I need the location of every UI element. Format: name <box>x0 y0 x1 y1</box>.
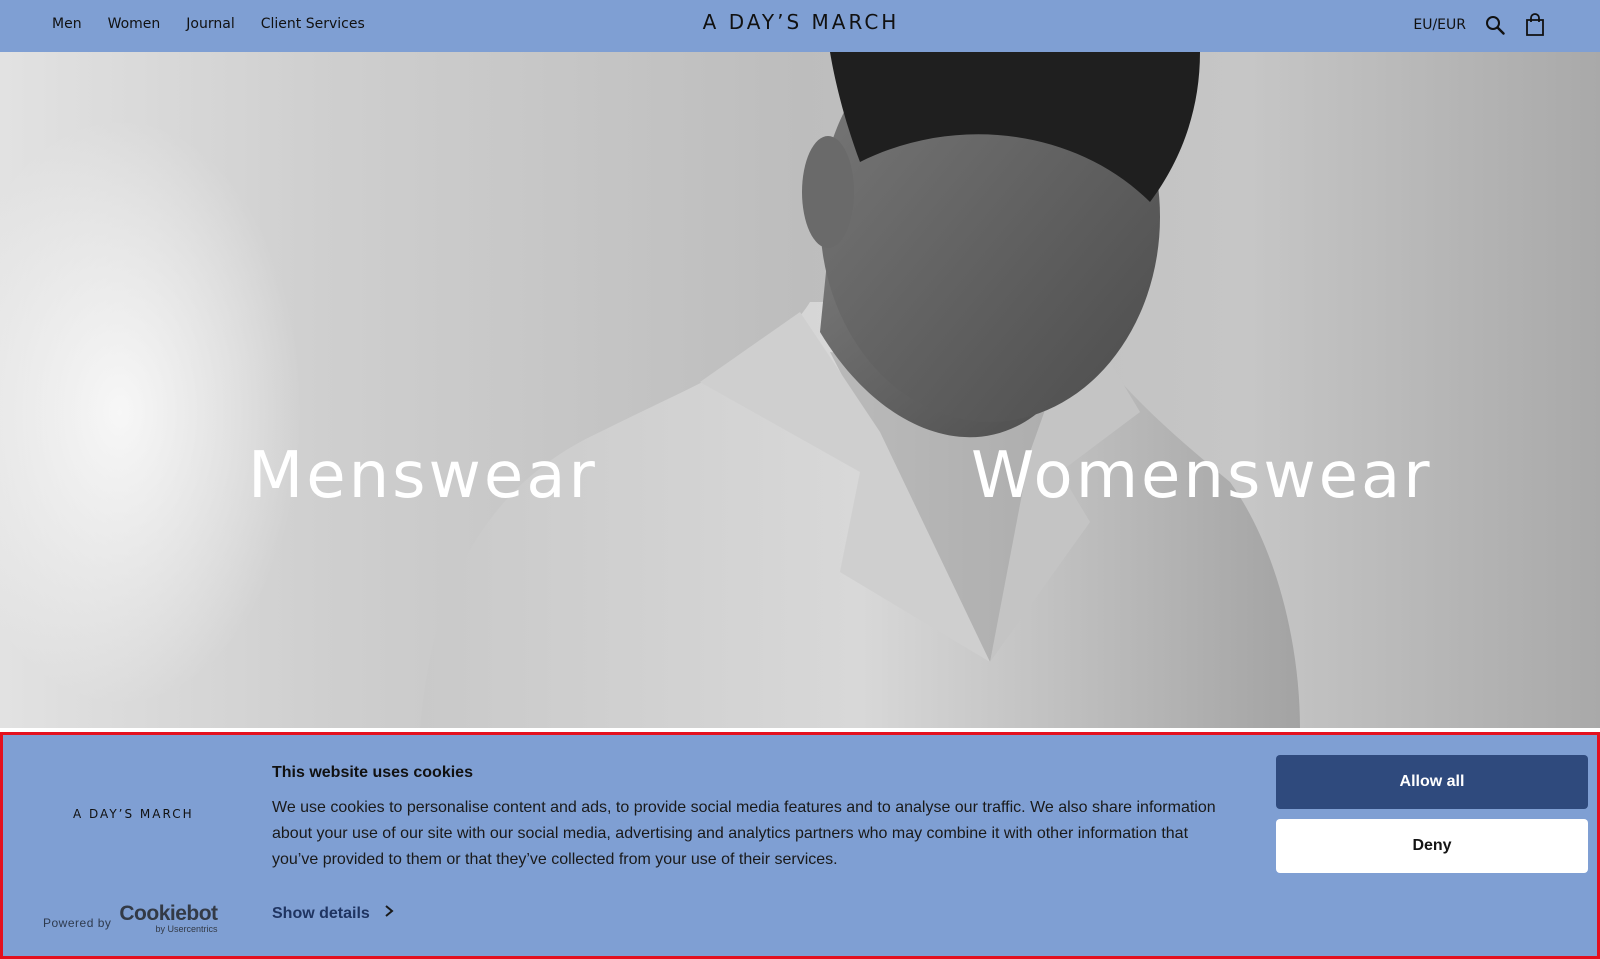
hero-banner: Menswear Womenswear <box>0 52 1600 728</box>
chevron-right-icon <box>384 904 394 923</box>
cookie-banner-text: We use cookies to personalise content an… <box>272 799 1216 868</box>
brand-logo[interactable]: A DAY’S MARCH <box>700 10 902 34</box>
cookiebot-logo: Cookiebot by Usercentrics <box>119 902 218 934</box>
hero-photo <box>420 52 1300 728</box>
main-nav: Men Women Journal Client Services <box>52 16 365 32</box>
cookiebot-wordmark: Cookiebot <box>119 902 218 925</box>
nav-item-men[interactable]: Men <box>52 16 82 32</box>
deny-button[interactable]: Deny <box>1276 819 1588 873</box>
cookiebot-subtitle: by Usercentrics <box>155 924 218 934</box>
site-header: Men Women Journal Client Services A DAY’… <box>0 0 1600 52</box>
cookiebot-attribution[interactable]: Powered by Cookiebot by Usercentrics <box>43 903 218 934</box>
cookie-banner-logo: A DAY’S MARCH <box>73 807 194 821</box>
cookie-consent-banner: A DAY’S MARCH Powered by Cookiebot by Us… <box>0 732 1600 959</box>
powered-by-label: Powered by <box>43 916 112 930</box>
nav-item-client-services[interactable]: Client Services <box>261 16 365 32</box>
search-icon[interactable] <box>1484 13 1506 37</box>
show-details-link[interactable]: Show details <box>272 904 394 923</box>
womenswear-link[interactable]: Womenswear <box>971 444 1433 508</box>
show-details-label: Show details <box>272 904 370 922</box>
currency-selector[interactable]: EU/EUR <box>1413 17 1466 33</box>
bag-icon[interactable] <box>1524 13 1546 37</box>
header-actions: EU/EUR <box>1413 13 1546 37</box>
nav-item-journal[interactable]: Journal <box>186 16 234 32</box>
cookie-banner-title: This website uses cookies <box>272 764 473 781</box>
nav-item-women[interactable]: Women <box>108 16 161 32</box>
allow-all-button[interactable]: Allow all <box>1276 755 1588 809</box>
menswear-link[interactable]: Menswear <box>248 444 598 508</box>
